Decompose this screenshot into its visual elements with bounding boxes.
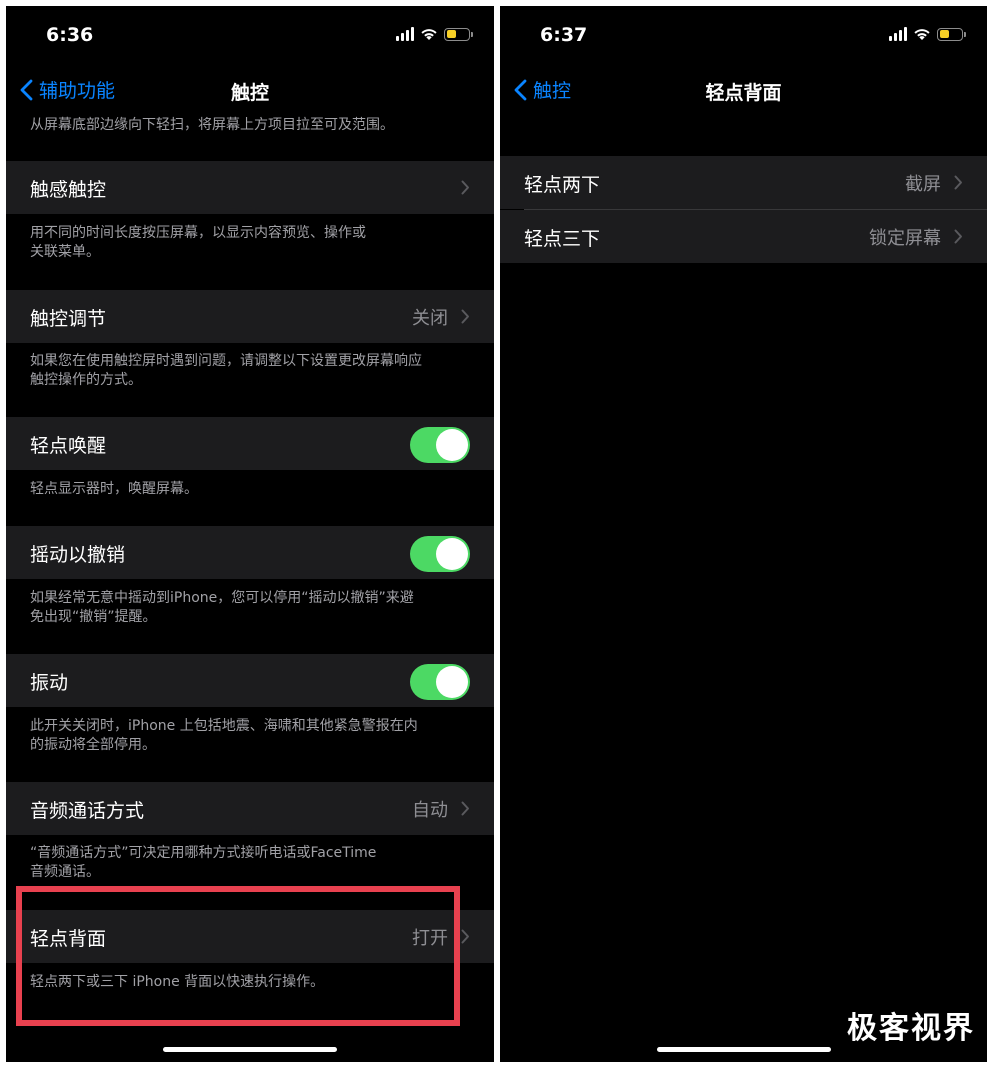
row-label: 触感触控 bbox=[30, 179, 107, 201]
row-value: 自动 bbox=[412, 800, 448, 821]
chevron-right-icon bbox=[461, 180, 469, 195]
status-icons bbox=[396, 26, 473, 42]
section-footer: 如果您在使用触控屏时遇到问题，请调整以下设置更改屏幕响应 触控操作的方式。 bbox=[30, 353, 422, 388]
section-footer: 用不同的时间长度按压屏幕，以显示内容预览、操作或 关联菜单。 bbox=[30, 225, 366, 260]
chevron-right-icon bbox=[461, 309, 469, 324]
shake-to-undo-toggle[interactable] bbox=[410, 536, 470, 572]
row-label: 触控调节 bbox=[30, 308, 107, 330]
status-time: 6:36 bbox=[46, 24, 94, 46]
status-bar: 6:37 bbox=[500, 6, 987, 62]
row-touch-accommodations[interactable]: 触控调节 关闭 bbox=[6, 290, 494, 343]
home-indicator bbox=[163, 1047, 337, 1052]
toggle-knob bbox=[436, 538, 468, 570]
home-indicator bbox=[656, 1047, 831, 1052]
row-value: 关闭 bbox=[412, 308, 448, 329]
status-bar: 6:36 bbox=[6, 6, 494, 62]
nav-bar: 辅助功能 触控 bbox=[6, 62, 494, 116]
row-label: 轻点两下 bbox=[524, 174, 601, 196]
cellular-signal-icon bbox=[889, 27, 907, 41]
row-label: 轻点唤醒 bbox=[30, 435, 107, 457]
row-label: 振动 bbox=[30, 672, 69, 694]
settings-list: 轻点两下 截屏 轻点三下 锁定屏幕 bbox=[500, 116, 987, 1062]
wifi-icon bbox=[420, 27, 438, 41]
section-footer: “音频通话方式”可决定用哪种方式接听电话或FaceTime 音频通话。 bbox=[30, 845, 377, 880]
status-time: 6:37 bbox=[540, 24, 588, 46]
row-vibration: 振动 bbox=[6, 654, 494, 707]
chevron-right-icon bbox=[461, 801, 469, 816]
page-title: 触控 bbox=[230, 82, 269, 104]
status-icons bbox=[889, 26, 966, 42]
wifi-icon bbox=[913, 27, 931, 41]
nav-bar: 触控 轻点背面 bbox=[500, 62, 987, 116]
toggle-knob bbox=[436, 429, 468, 461]
chevron-right-icon bbox=[461, 929, 469, 944]
row-tap-to-wake: 轻点唤醒 bbox=[6, 417, 494, 470]
highlight-box bbox=[16, 886, 460, 1026]
chevron-right-icon bbox=[954, 175, 962, 190]
battery-icon bbox=[444, 27, 473, 41]
row-haptic-touch[interactable]: 触感触控 bbox=[6, 161, 494, 214]
section-footer: 此开关关闭时，iPhone 上包括地震、海啸和其他紧急警报在内 的振动将全部停用… bbox=[30, 718, 418, 753]
section-footer: 从屏幕底部边缘向下轻扫，将屏幕上方项目拉至可及范围。 bbox=[30, 117, 394, 133]
right-screen: 6:37 触控 轻点背面 轻点两下 截屏 轻点三下 锁定屏幕 bbox=[500, 6, 987, 1062]
toggle-knob bbox=[436, 666, 468, 698]
row-double-tap[interactable]: 轻点两下 截屏 bbox=[500, 156, 987, 209]
watermark: 极客视界 bbox=[847, 1011, 975, 1046]
row-triple-tap[interactable]: 轻点三下 锁定屏幕 bbox=[500, 210, 987, 263]
battery-icon bbox=[937, 27, 966, 41]
cellular-signal-icon bbox=[396, 27, 414, 41]
row-label: 音频通话方式 bbox=[30, 800, 145, 822]
row-shake-to-undo: 摇动以撤销 bbox=[6, 526, 494, 579]
section-footer: 轻点显示器时，唤醒屏幕。 bbox=[30, 481, 198, 497]
row-label: 轻点三下 bbox=[524, 228, 601, 250]
row-label: 摇动以撤销 bbox=[30, 544, 126, 566]
page-title: 轻点背面 bbox=[705, 82, 782, 104]
vibration-toggle[interactable] bbox=[410, 664, 470, 700]
row-value: 截屏 bbox=[905, 174, 941, 195]
section-footer: 如果经常无意中摇动到iPhone，您可以停用“摇动以撤销”来避 免出现“撤销”提… bbox=[30, 590, 414, 625]
tap-to-wake-toggle[interactable] bbox=[410, 427, 470, 463]
row-call-audio-routing[interactable]: 音频通话方式 自动 bbox=[6, 782, 494, 835]
chevron-right-icon bbox=[954, 229, 962, 244]
row-value: 锁定屏幕 bbox=[869, 228, 941, 249]
